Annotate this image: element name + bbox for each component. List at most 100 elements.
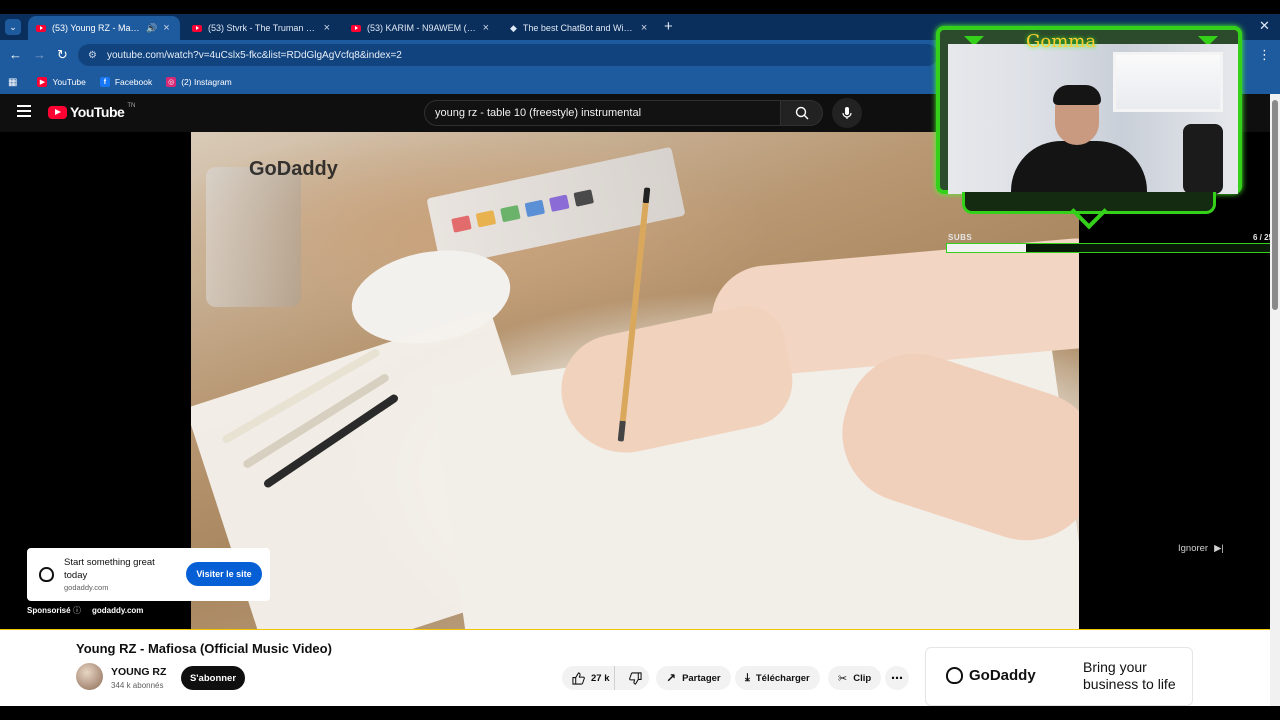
back-icon[interactable]: ← <box>9 47 22 62</box>
more-actions-button[interactable]: ⋯ <box>885 666 909 690</box>
subs-goal-label: SUBS <box>948 233 973 242</box>
search-value: young rz - table 10 (freestyle) instrume… <box>435 107 642 119</box>
subscriber-count: 344 k abonnés <box>111 681 164 690</box>
close-tab-icon[interactable]: × <box>163 22 169 34</box>
menu-icon[interactable] <box>17 105 31 117</box>
share-button[interactable]: ↗ Partager <box>656 666 731 690</box>
search-icon <box>795 106 808 120</box>
godaddy-logo: GoDaddy <box>946 667 1036 684</box>
tab-karim[interactable]: (53) KARIM - N9AWEM ( Officia × <box>343 16 497 40</box>
webcam-video <box>948 44 1238 201</box>
download-button[interactable]: ⤓ Télécharger <box>735 666 820 690</box>
youtube-icon: ▶ <box>37 77 48 87</box>
browser-menu-icon[interactable]: ⋮ <box>1258 47 1271 63</box>
clip-label: Clip <box>853 672 872 684</box>
logo-country-code: TN <box>127 103 136 109</box>
scissors-icon: ✂ <box>838 672 848 685</box>
site-info-icon[interactable]: ⚙ <box>88 50 97 61</box>
brand-name: GoDaddy <box>969 667 1036 684</box>
subs-goal-fill <box>947 244 1026 252</box>
close-tab-icon[interactable]: × <box>483 22 489 34</box>
video-details: Young RZ - Mafiosa (Official Music Video… <box>0 630 1270 706</box>
youtube-favicon-icon <box>351 24 361 32</box>
share-label: Partager <box>682 672 721 684</box>
companion-ad-banner[interactable]: GoDaddy Bring your business to life <box>925 647 1193 706</box>
voice-search-button[interactable] <box>832 98 862 128</box>
top-strip <box>0 0 1280 14</box>
skip-label: Ignorer <box>1178 543 1209 554</box>
bookmark-label: YouTube <box>52 77 86 87</box>
skip-ad-button[interactable]: Ignorer ▶| <box>1178 543 1224 554</box>
logo-text: YouTube <box>70 104 125 120</box>
sponsored-domain[interactable]: godaddy.com <box>92 606 143 615</box>
webcam-overlay: Gomma <box>936 26 1242 232</box>
download-label: Télécharger <box>755 672 810 684</box>
diamond-favicon-icon: ◆ <box>510 22 517 33</box>
subs-goal-bar <box>946 243 1276 253</box>
page-scrollbar[interactable] <box>1270 94 1280 706</box>
share-icon: ↗ <box>666 671 677 685</box>
tab-stvrk[interactable]: (53) Stvrk - The Truman Show ( × <box>184 16 338 40</box>
video-watermark: GoDaddy <box>249 158 338 180</box>
tab-chatbot[interactable]: ◆ The best ChatBot and Widgets f × <box>502 16 658 40</box>
ad-tagline: Bring your business to life <box>1083 659 1176 692</box>
forward-icon[interactable]: → <box>33 47 46 62</box>
youtube-logo[interactable]: YouTube TN <box>48 103 136 120</box>
ad-headline: Start something great today <box>64 557 155 581</box>
channel-name[interactable]: YOUNG RZ <box>111 666 166 678</box>
channel-avatar[interactable] <box>76 663 103 690</box>
ad-card[interactable]: Start something great today godaddy.com … <box>27 548 270 601</box>
tab-title: (53) Stvrk - The Truman Show ( <box>208 23 318 33</box>
youtube-logo-icon <box>48 105 67 119</box>
new-tab-icon[interactable]: + <box>664 18 673 35</box>
search-button[interactable] <box>781 100 823 126</box>
dislike-button[interactable] <box>621 666 649 690</box>
like-count: 27 k <box>591 672 610 684</box>
godaddy-logo-icon <box>39 567 54 582</box>
close-tab-icon[interactable]: × <box>641 22 647 34</box>
sponsored-label: Sponsorisé <box>27 606 71 615</box>
instagram-icon: ◎ <box>166 77 177 87</box>
skip-next-icon: ▶| <box>1214 543 1224 554</box>
url-text: youtube.com/watch?v=4uCslx5-fkc&list=RDd… <box>106 49 402 61</box>
video-title: Young RZ - Mafiosa (Official Music Video… <box>76 641 332 656</box>
close-window-icon[interactable]: ✕ <box>1259 18 1270 34</box>
visit-site-button[interactable]: Visiter le site <box>186 562 262 586</box>
tab-search-menu-button[interactable]: ⌄ <box>5 19 21 35</box>
streamer <box>1003 85 1153 201</box>
close-tab-icon[interactable]: × <box>324 22 330 34</box>
bottom-strip <box>0 706 1280 720</box>
streamer-name: Gomma <box>1026 31 1097 52</box>
scrollbar-thumb[interactable] <box>1272 100 1278 310</box>
bookmark-label: Facebook <box>114 77 153 87</box>
like-dislike-group: 27 k <box>562 666 649 690</box>
godaddy-logo-icon <box>946 667 963 684</box>
bookmark-youtube[interactable]: ▶ YouTube <box>37 77 86 87</box>
url-field[interactable]: ⚙ youtube.com/watch?v=4uCslx5-fkc&list=R… <box>78 44 938 66</box>
subscribe-button[interactable]: S'abonner <box>181 666 245 690</box>
reload-icon[interactable]: ↻ <box>57 47 68 63</box>
youtube-favicon-icon <box>36 24 46 32</box>
webcam-frame: Gomma <box>936 26 1242 201</box>
bookmark-instagram[interactable]: ◎ (2) Instagram <box>166 77 232 87</box>
brush-cup <box>206 167 301 307</box>
audio-playing-icon[interactable]: 🔊 <box>146 23 157 34</box>
thumbs-up-icon <box>572 671 585 685</box>
clip-button[interactable]: ✂ Clip <box>828 666 882 690</box>
tab-title: (53) Young RZ - Mafiosa ( <box>52 23 140 33</box>
microphone-icon <box>842 107 852 119</box>
info-icon[interactable]: ⓘ <box>73 605 81 616</box>
tab-title: The best ChatBot and Widgets f <box>522 23 635 33</box>
like-button[interactable]: 27 k <box>562 666 615 690</box>
search-input[interactable]: young rz - table 10 (freestyle) instrume… <box>424 100 781 126</box>
bookmark-label: (2) Instagram <box>181 77 232 87</box>
chair <box>1183 124 1223 194</box>
apps-grid-icon[interactable]: ▦ <box>8 77 17 88</box>
bookmark-facebook[interactable]: f Facebook <box>99 77 153 87</box>
download-icon: ⤓ <box>745 671 750 684</box>
facebook-icon: f <box>99 77 110 87</box>
youtube-favicon-icon <box>192 24 202 32</box>
ad-domain: godaddy.com <box>64 583 109 592</box>
tab-title: (53) KARIM - N9AWEM ( Officia <box>367 23 477 33</box>
tab-young-rz[interactable]: (53) Young RZ - Mafiosa ( 🔊 × <box>28 16 180 40</box>
